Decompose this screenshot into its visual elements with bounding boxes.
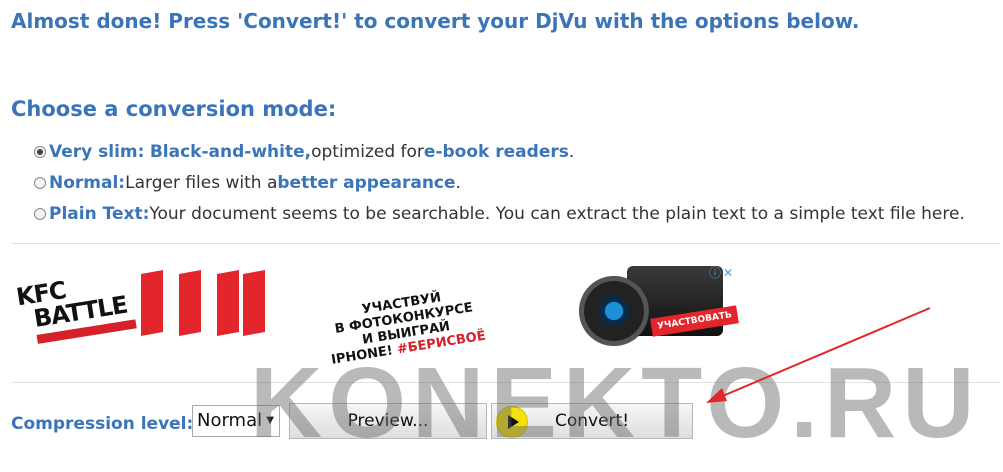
ad-promo-text: УЧАСТВУЙ В ФОТОКОНКУРСЕ И ВЫИГРАЙ IPHONE… [252,273,558,379]
mode-description-end: . [455,172,461,193]
radio-normal[interactable] [34,176,46,189]
e-book-readers-text: e-book readers [423,141,569,162]
radio-plain-text[interactable] [34,207,46,220]
camera-lens [579,276,649,346]
mode-label: Normal: [49,172,126,193]
conversion-mode-heading: Choose a conversion mode: [11,97,337,121]
mode-description: Your document seems to be searchable. Yo… [149,203,965,224]
close-icon[interactable]: ✕ [723,266,733,280]
mode-description: Larger files with a [125,172,278,193]
ad-stripe [141,270,163,336]
radio-very-slim[interactable] [34,145,46,158]
mode-label: Plain Text: [49,203,150,224]
ad-controls: ⓘ ✕ [707,264,733,281]
dropdown-arrow-icon: ▼ [266,415,274,426]
mode-option-normal[interactable]: Normal: Larger files with a better appea… [34,167,965,198]
conversion-mode-list: Very slim: Black-and-white, optimized fo… [34,136,965,229]
ad-banner[interactable]: KFC BATTLE УЧАСТВУЙ В ФОТОКОНКУРСЕ И ВЫИ… [11,262,741,368]
black-and-white-text: Black-and-white, [149,141,312,162]
convert-button[interactable]: Convert! [491,403,693,439]
divider [11,243,1001,244]
compression-level-select[interactable]: Normal ▼ [192,405,280,437]
compression-level-value: Normal [197,410,263,431]
compression-level-label: Compression level: [11,414,194,434]
mode-option-plain-text[interactable]: Plain Text: Your document seems to be se… [34,198,965,229]
play-icon [496,406,528,438]
better-appearance-text: better appearance [277,172,456,193]
kfc-battle-logo: KFC BATTLE [14,267,144,351]
ad-stripe [179,270,201,336]
divider [11,382,1001,383]
info-icon[interactable]: ⓘ [709,266,721,280]
mode-label: Very slim: [49,141,145,162]
mode-description: optimized for [311,141,424,162]
page-title: Almost done! Press 'Convert!' to convert… [11,9,860,33]
mode-description-end: . [568,141,575,162]
mode-option-very-slim[interactable]: Very slim: Black-and-white, optimized fo… [34,136,965,167]
ad-stripe [217,270,239,336]
preview-button[interactable]: Preview... [289,403,487,439]
convert-button-label: Convert! [554,411,630,431]
annotation-arrow [706,307,931,403]
